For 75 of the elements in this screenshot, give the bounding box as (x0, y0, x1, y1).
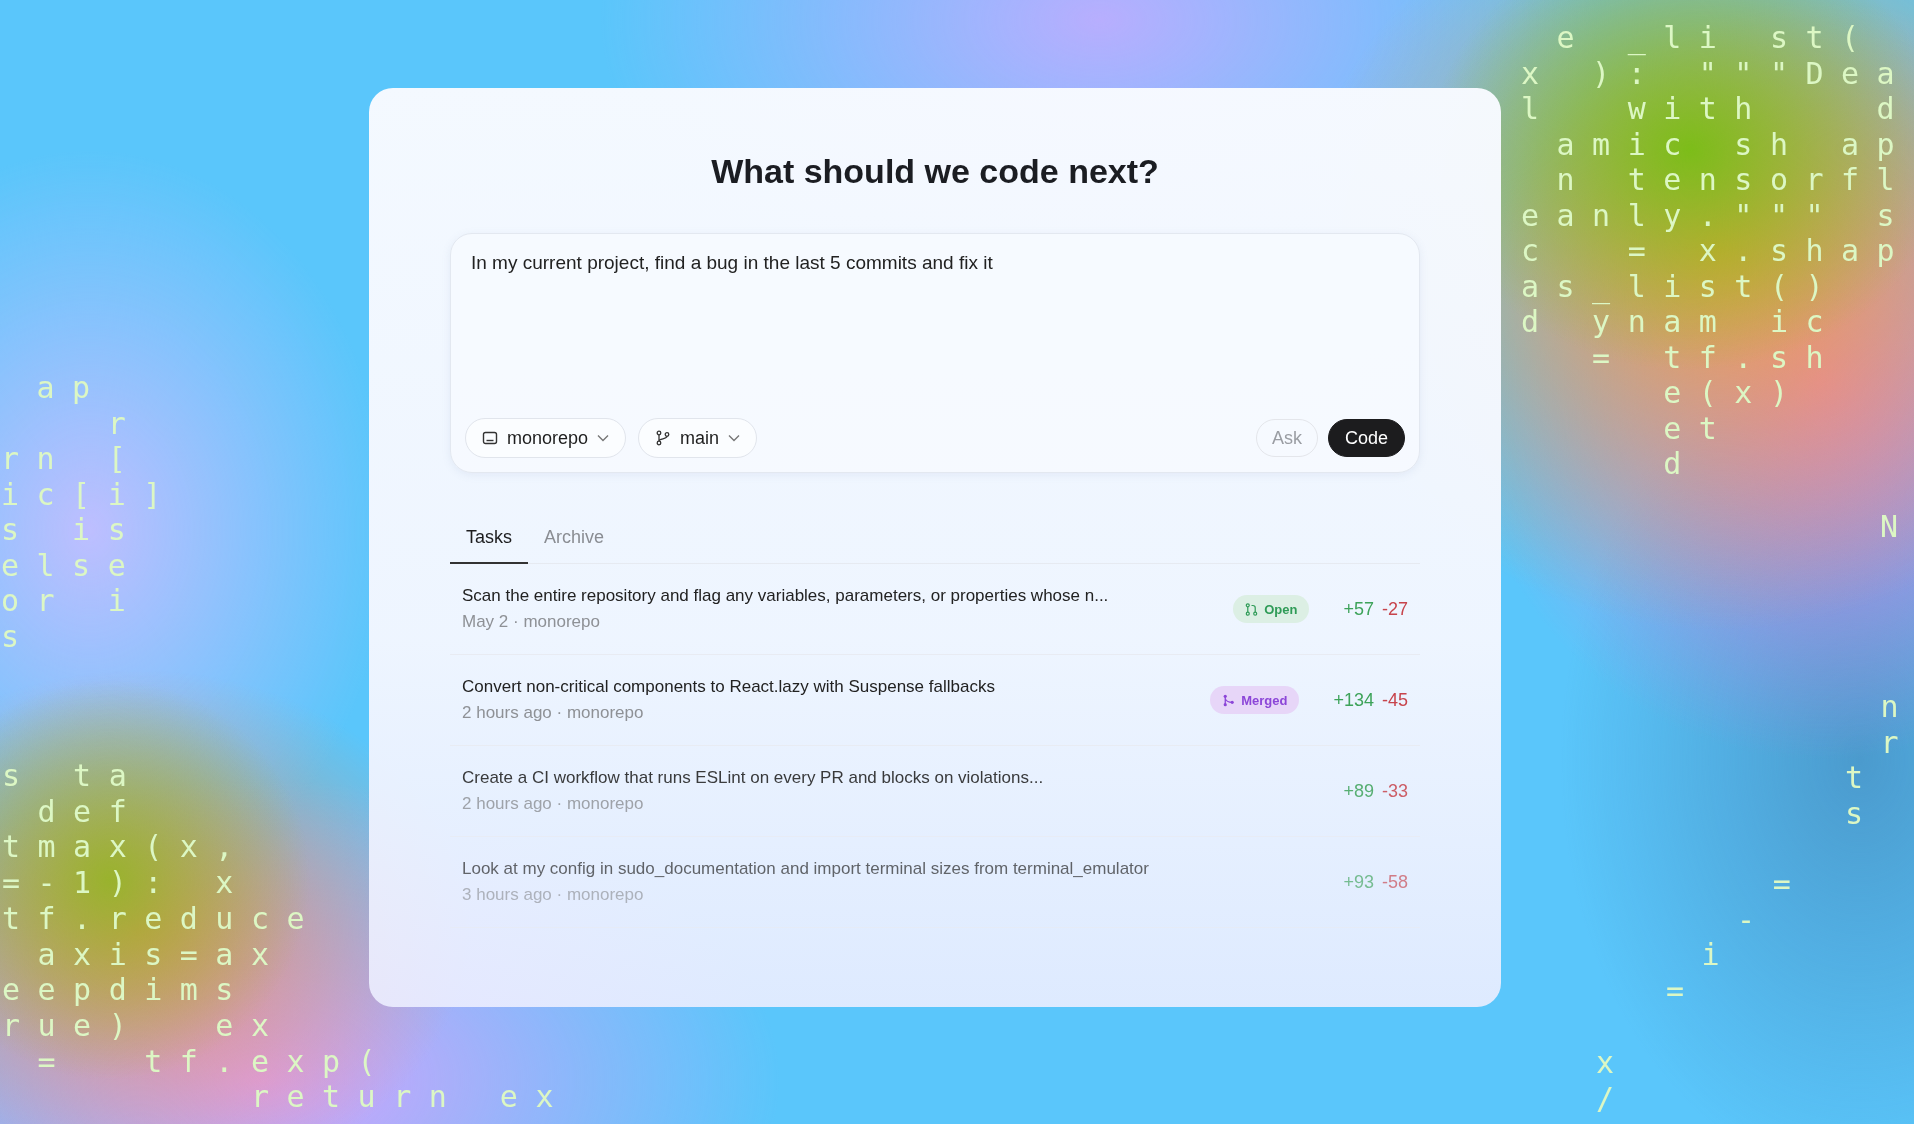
code-text: ic[i] (1, 476, 179, 512)
code-text: s is (1, 512, 144, 548)
code-text: / (1596, 1080, 1632, 1116)
code-text: N (1880, 509, 1914, 545)
code-text: = (1666, 972, 1702, 1008)
status-badge: Merged (1210, 686, 1300, 714)
deletions-count: -58 (1382, 871, 1408, 893)
pull-request-icon (1245, 602, 1259, 616)
code-text: tmax(x, (2, 829, 251, 866)
chevron-down-icon (597, 434, 610, 442)
task-title: Look at my config in sudo_documentation and import terminal sizes from terminal_emulator (462, 859, 1150, 879)
tab[interactable]: Tasks (450, 517, 528, 564)
additions-count: +57 (1343, 598, 1374, 620)
code-text: c = x.shap (1521, 233, 1913, 269)
merge-icon (1222, 693, 1236, 707)
task-row[interactable]: Scan the entire repository and flag any variables, parameters, or properties whose n... May 2 · monorepo Open +57 -27 (450, 564, 1420, 655)
code-text: r (106, 405, 144, 441)
task-meta: May 2 · monorepo (462, 612, 601, 632)
code-text: = tf.sh (1591, 339, 1842, 375)
code-text: = tf.exp( (36, 1043, 394, 1080)
code-text: d ynam ic (1521, 304, 1842, 340)
task-row[interactable]: Look at my config in sudo_documentation and import terminal sizes from terminal_emulator 3 hours ago · monorepo +93 -58 (450, 837, 1420, 928)
task-row[interactable]: Convert non-critical components to React.lazy with Suspense fallbacks 2 hours ago · monorepo Merged +134 -45 (450, 655, 1420, 746)
chevron-down-icon (728, 434, 741, 442)
code-button[interactable]: Code (1327, 419, 1405, 457)
code-text: s ta (2, 758, 145, 794)
task-title: Convert non-critical components to React.lazy with Suspense fallbacks (462, 677, 996, 697)
task-meta: 2 hours ago · monorepo (462, 703, 645, 723)
code-text: x ): """Dea (1521, 55, 1913, 91)
code-text: s (1, 618, 37, 654)
code-text: ap (35, 370, 108, 406)
code-text: x (1596, 1045, 1632, 1081)
code-text: t (1845, 760, 1881, 796)
branch-selector[interactable]: main (638, 418, 758, 458)
code-text: amic sh ap (1555, 126, 1913, 162)
code-text: r (1879, 724, 1914, 760)
task-meta: 2 hours ago · monorepo (462, 794, 645, 814)
code-text: e _li st( (1555, 20, 1877, 56)
code-text: or i (1, 583, 144, 619)
code-text: d (1662, 446, 1699, 482)
task-row[interactable]: Create a CI workflow that runs ESLint on every PR and blocks on violations... 2 hours ago · monorepo +89 -33 (450, 746, 1420, 837)
code-text: - (1736, 901, 1773, 937)
deletions-count: -27 (1382, 598, 1408, 620)
status-badge: Open (1233, 595, 1310, 623)
additions-count: +134 (1333, 689, 1374, 711)
task-title: Scan the entire repository and flag any variables, parameters, or properties whose n... (462, 586, 1110, 606)
code-text: eanly.""" s (1521, 197, 1913, 233)
code-text: e(x) (1662, 375, 1806, 411)
repo-selector[interactable]: monorepo (465, 418, 627, 458)
code-text: def (36, 793, 145, 830)
prompt-field[interactable]: In my current project, find a bug in the last 5 commits and fix it monorepo main Ask Code (450, 233, 1420, 473)
code-text: eepdims (2, 972, 251, 1008)
code-text: n tensorfl (1555, 162, 1913, 198)
task-meta: 3 hours ago · monorepo (462, 885, 645, 905)
heading: What should we code next? (710, 152, 1160, 191)
code-text: et (1662, 410, 1735, 446)
code-text: n (1879, 689, 1914, 725)
deletions-count: -45 (1382, 689, 1408, 711)
code-text: l with d (1521, 91, 1913, 127)
branch-icon (655, 430, 672, 446)
code-text: return ex (249, 1079, 571, 1116)
code-text: i (1700, 937, 1738, 973)
deletions-count: -33 (1382, 780, 1408, 802)
code-text: = (1771, 866, 1809, 902)
code-text: axis=ax (36, 936, 287, 973)
additions-count: +89 (1343, 780, 1374, 802)
code-text: as_list() (1521, 268, 1842, 304)
task-title: Create a CI workflow that runs ESLint on every PR and blocks on violations... (462, 768, 1045, 788)
code-text: rue) ex (2, 1007, 287, 1044)
code-text: rn [ (1, 441, 144, 477)
code-text: =-1): x (2, 865, 251, 901)
monitor-icon (482, 430, 498, 446)
additions-count: +93 (1343, 871, 1374, 893)
code-text: else (1, 547, 144, 583)
code-text: s (1845, 795, 1881, 831)
